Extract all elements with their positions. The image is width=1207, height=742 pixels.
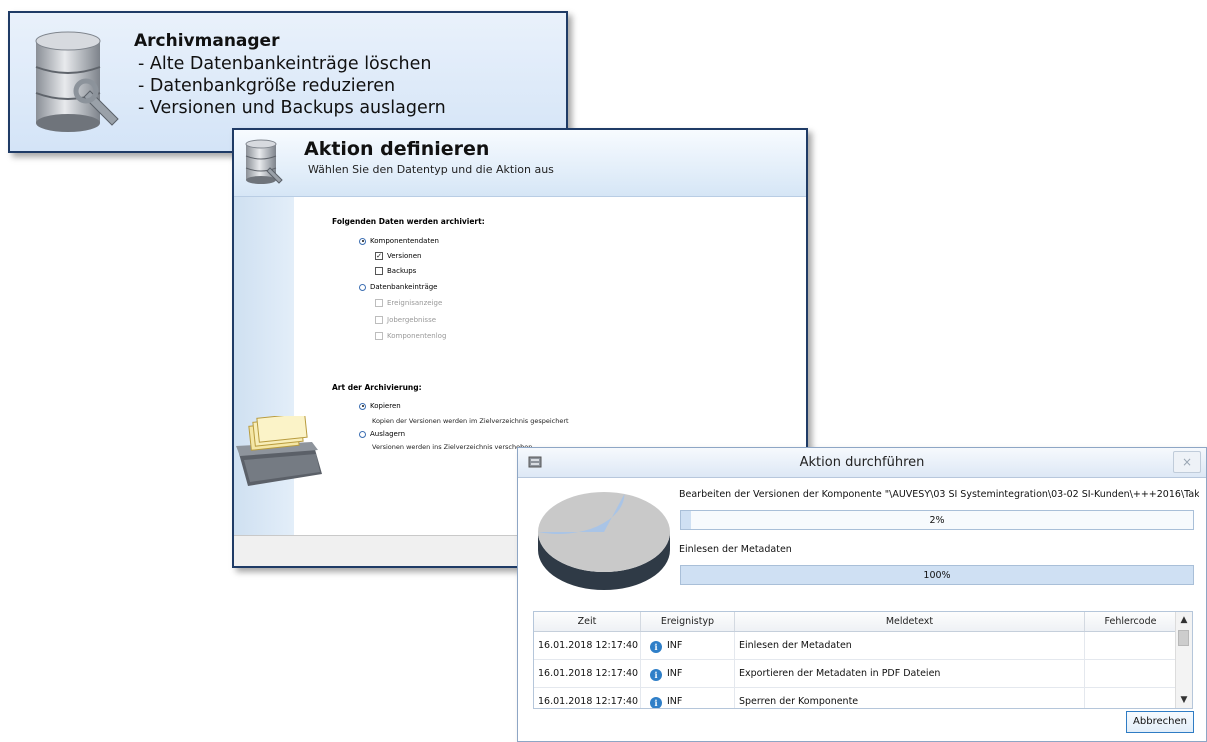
checkbox-disabled xyxy=(375,299,383,307)
cell-typ-text: INF xyxy=(667,668,683,679)
radio-selected-indicator[interactable] xyxy=(359,402,366,410)
radio-label: Datenbankeinträge xyxy=(370,283,438,291)
cell-fehlercode xyxy=(1085,688,1177,708)
radio-unselected-indicator[interactable] xyxy=(359,430,366,438)
column-header-zeit[interactable]: Zeit xyxy=(534,612,641,631)
table-row[interactable]: 16.01.2018 12:17:40 i INF Sperren der Kom… xyxy=(534,688,1177,708)
archivmanager-title: Archivmanager xyxy=(134,31,280,51)
archive-box-icon xyxy=(236,416,322,486)
task2-progress-bar: 100% xyxy=(680,565,1194,585)
feature-list: - Alte Datenbankeinträge löschen - Daten… xyxy=(138,53,446,119)
table-scrollbar[interactable]: ▲ ▼ xyxy=(1175,612,1192,708)
dialog-titlebar: Aktion durchführen × xyxy=(518,448,1206,478)
checkbox-label: Jobergebnisse xyxy=(387,316,437,324)
checkbox-jobergebnisse: Jobergebnisse xyxy=(375,316,436,324)
scroll-down-icon[interactable]: ▼ xyxy=(1176,692,1192,708)
cell-ereignistyp: i INF xyxy=(641,688,735,708)
feature-item: - Versionen und Backups auslagern xyxy=(138,98,446,118)
task2-status-text: Einlesen der Metadaten xyxy=(679,544,792,555)
checkbox-unchecked[interactable] xyxy=(375,267,383,275)
scroll-up-icon[interactable]: ▲ xyxy=(1176,612,1192,628)
auslagern-description: Versionen werden ins Zielverzeichnis ver… xyxy=(372,443,533,451)
checkbox-backups[interactable]: Backups xyxy=(375,267,416,275)
scrollbar-thumb[interactable] xyxy=(1178,630,1189,646)
wizard-header: Aktion definieren Wählen Sie den Datenty… xyxy=(234,130,806,197)
table-header: Zeit Ereignistyp Meldetext Fehlercode xyxy=(534,612,1177,632)
cell-typ-text: INF xyxy=(667,696,683,707)
radio-datenbankeintraege[interactable]: Datenbankeinträge xyxy=(359,283,438,291)
checkbox-label: Backups xyxy=(387,267,417,275)
database-wrench-icon xyxy=(35,31,119,132)
radio-auslagern[interactable]: Auslagern xyxy=(359,430,405,438)
column-header-ereignistyp[interactable]: Ereignistyp xyxy=(641,612,735,631)
column-header-fehlercode[interactable]: Fehlercode xyxy=(1085,612,1177,631)
table-row[interactable]: 16.01.2018 12:17:40 i INF Einlesen der Me… xyxy=(534,632,1177,660)
task2-progress-label: 100% xyxy=(923,570,951,581)
checkbox-disabled xyxy=(375,316,383,324)
checkbox-ereignisanzeige: Ereignisanzeige xyxy=(375,299,442,307)
task1-progress-label: 2% xyxy=(929,515,945,526)
archive-type-heading: Art der Archivierung: xyxy=(332,383,422,392)
cell-meldetext: Einlesen der Metadaten xyxy=(735,632,1085,659)
radio-selected-indicator[interactable] xyxy=(359,237,366,245)
cell-fehlercode xyxy=(1085,632,1177,659)
radio-komponentendaten[interactable]: Komponentendaten xyxy=(359,237,439,245)
cell-ereignistyp: i INF xyxy=(641,632,735,659)
cell-meldetext: Exportieren der Metadaten in PDF Dateien xyxy=(735,660,1085,687)
table-row[interactable]: 16.01.2018 12:17:40 i INF Exportieren der… xyxy=(534,660,1177,688)
wizard-subtitle: Wählen Sie den Datentyp und die Aktion a… xyxy=(308,163,554,176)
radio-label: Komponentendaten xyxy=(370,237,439,245)
checkbox-label: Komponentenlog xyxy=(387,332,447,340)
kopieren-description: Kopien der Versionen werden im Zielverze… xyxy=(372,417,569,425)
radio-label: Auslagern xyxy=(370,430,406,438)
cell-ereignistyp: i INF xyxy=(641,660,735,687)
event-log-table[interactable]: Zeit Ereignistyp Meldetext Fehlercode 16… xyxy=(533,611,1193,709)
cell-zeit: 16.01.2018 12:17:40 xyxy=(534,660,641,687)
data-section-heading: Folgenden Daten werden archiviert: xyxy=(332,217,485,226)
cell-fehlercode xyxy=(1085,660,1177,687)
checkbox-versionen[interactable]: ✓ Versionen xyxy=(375,252,421,260)
info-icon: i xyxy=(650,641,662,653)
checkbox-komponentenlog: Komponentenlog xyxy=(375,332,446,340)
checkbox-disabled xyxy=(375,332,383,340)
radio-unselected-indicator[interactable] xyxy=(359,283,366,291)
checkbox-label: Versionen xyxy=(387,252,422,260)
feature-item: - Alte Datenbankeinträge löschen xyxy=(138,54,432,74)
checkbox-checked[interactable]: ✓ xyxy=(375,252,383,260)
task1-progress-bar: 2% xyxy=(680,510,1194,530)
radio-kopieren[interactable]: Kopieren xyxy=(359,402,401,410)
info-icon: i xyxy=(650,669,662,681)
wizard-title: Aktion definieren xyxy=(304,138,490,160)
progress-pie-chart xyxy=(538,492,670,590)
radio-label: Kopieren xyxy=(370,402,401,410)
info-icon: i xyxy=(650,697,662,708)
database-icon xyxy=(245,139,283,184)
feature-item: - Datenbankgröße reduzieren xyxy=(138,76,396,96)
checkbox-label: Ereignisanzeige xyxy=(387,299,443,307)
dialog-title: Aktion durchführen xyxy=(799,455,925,470)
task1-status-text: Bearbeiten der Versionen der Komponente … xyxy=(679,489,1199,500)
action-dialog: Aktion durchführen × Bearbeiten der Vers… xyxy=(517,447,1207,742)
close-button[interactable]: × xyxy=(1173,451,1201,473)
abort-button[interactable]: Abbrechen xyxy=(1126,711,1194,733)
cell-zeit: 16.01.2018 12:17:40 xyxy=(534,632,641,659)
cell-typ-text: INF xyxy=(667,640,683,651)
cell-meldetext: Sperren der Komponente xyxy=(735,688,1085,708)
cell-zeit: 16.01.2018 12:17:40 xyxy=(534,688,641,708)
column-header-meldetext[interactable]: Meldetext xyxy=(735,612,1085,631)
